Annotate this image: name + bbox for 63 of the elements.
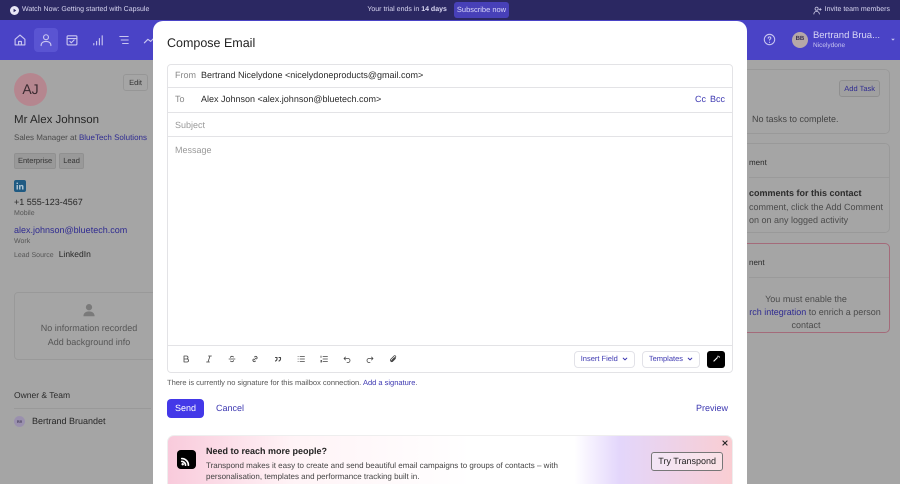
empty-message: No tasks to complete. [752, 113, 839, 126]
paperclip-icon [388, 354, 398, 364]
contact-name: Mr Alex Johnson [14, 113, 100, 128]
cancel-link[interactable]: Cancel [216, 402, 244, 416]
to-value[interactable]: Alex Johnson <alex.johnson@bluetech.com> [201, 93, 382, 107]
link-icon [250, 354, 260, 364]
cc-link[interactable]: Cc [694, 93, 706, 107]
card-heading: ment [749, 157, 889, 178]
empty-message: comment, click the Add Comment [749, 200, 884, 214]
strikethrough-icon [226, 354, 236, 364]
home-icon [13, 33, 27, 47]
undo-icon [342, 354, 352, 364]
card-heading: nent [749, 257, 889, 278]
empty-message: No information recorded [40, 322, 138, 335]
wand-icon [712, 355, 720, 363]
empty-message: on on any logged activity [749, 214, 850, 226]
person-icon [39, 33, 53, 47]
lead-source: LinkedIn [58, 248, 91, 260]
ai-button[interactable] [707, 350, 725, 368]
chevron-icon [687, 356, 693, 362]
italic-icon [204, 354, 214, 364]
banner-text: Transpond makes it easy to create and send beautiful email campaigns to groups of contacts – with personalisation, templates and performance tracking built in. [206, 460, 559, 482]
numbered-list-icon [318, 354, 328, 364]
phone-number: +1 555-123-4567 [14, 196, 84, 208]
redo-icon [364, 354, 374, 364]
preview-link[interactable]: Preview [696, 402, 728, 416]
contact-role: Sales Manager at BlueTech Solutions [14, 132, 148, 144]
contact-avatar: AJ [14, 73, 47, 106]
dialog-title: Compose Email [167, 35, 256, 51]
field-label: To [175, 93, 186, 106]
close-icon[interactable] [722, 440, 728, 446]
bar-chart-icon [91, 33, 105, 47]
enrich-message: contact [791, 319, 821, 332]
message-input[interactable]: Message [168, 137, 732, 345]
enrich-message: rch integration to enrich a person [749, 306, 881, 319]
caret-icon[interactable] [890, 36, 896, 43]
person-icon [82, 303, 96, 317]
banner-title: Need to reach more people? [206, 445, 328, 458]
try-transpond-button[interactable]: Try Transpond [651, 452, 723, 472]
from-value: Bertrand Nicelydone <nicelydoneproducts@gmail.com> [201, 69, 424, 82]
field-label: From [175, 69, 197, 82]
bullet-list-icon [296, 354, 306, 364]
help-icon[interactable] [762, 33, 776, 46]
user-name: Bertrand Brua... [812, 30, 880, 42]
empty-title: comments for this contact [749, 187, 863, 200]
broadcast-icon [177, 450, 196, 470]
nav-tab[interactable] [34, 28, 58, 52]
quote-icon [272, 354, 282, 364]
integration-link[interactable]: rch integration [749, 307, 806, 317]
owner-name: Bertrand Bruandet [32, 414, 106, 428]
linkedin-icon[interactable] [14, 180, 26, 192]
send-button[interactable]: Send [167, 399, 204, 418]
bold-icon [180, 354, 190, 364]
email-link[interactable]: alex.johnson@bluetech.com [14, 224, 151, 237]
company-link[interactable]: BlueTech Solutions [78, 133, 147, 142]
calendar-icon [65, 33, 79, 47]
bcc-link[interactable]: Bcc [710, 93, 725, 107]
section-heading: Owner & Team [14, 389, 151, 409]
play-icon [10, 6, 19, 14]
add-person-icon [812, 6, 822, 14]
list-icon [117, 33, 131, 47]
enrich-message: You must enable the [765, 293, 847, 306]
chevron-icon [622, 356, 628, 362]
